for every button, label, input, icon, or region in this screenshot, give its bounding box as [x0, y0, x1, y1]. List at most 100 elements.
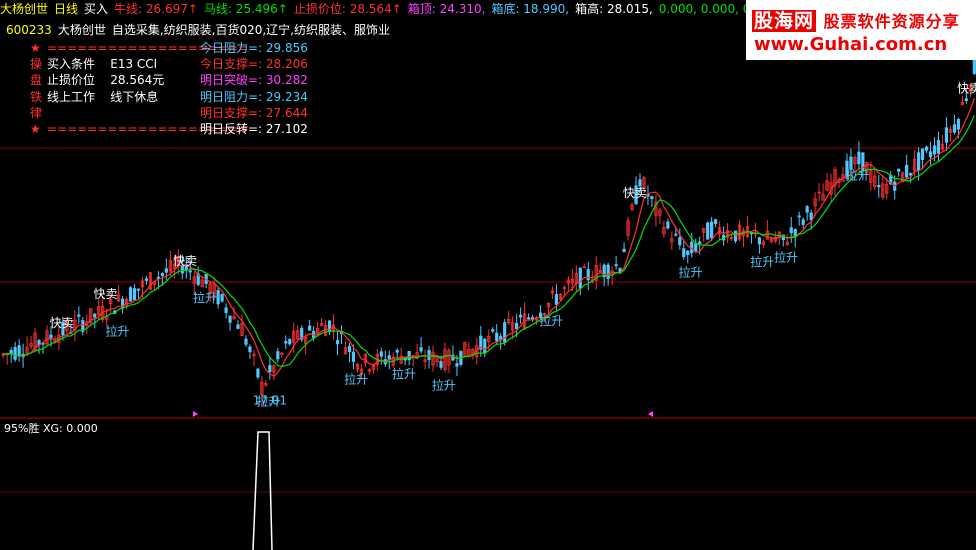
- candle-body: [909, 172, 913, 176]
- candle-body: [347, 345, 352, 353]
- rule-marker: 律: [30, 105, 43, 120]
- candle-body: [917, 152, 921, 171]
- candle-body: [327, 320, 332, 333]
- stock-code: 600233: [6, 23, 52, 37]
- candle-body: [714, 219, 718, 225]
- sell-label: 快卖: [94, 287, 118, 301]
- level-line: 明日反转=: 27.102: [200, 122, 308, 137]
- candle-body: [439, 361, 443, 368]
- candle-body: [678, 237, 682, 246]
- lift-label: 17.01: [253, 393, 287, 407]
- candle-body: [335, 340, 340, 345]
- candle-body: [491, 329, 495, 332]
- candle-body: [666, 221, 670, 229]
- candle-body: [805, 206, 809, 213]
- candle-body: [17, 345, 21, 357]
- candle-body: [905, 164, 909, 178]
- candle-body: [857, 151, 861, 165]
- candle-body: [586, 269, 590, 281]
- rule-marker: ★: [30, 41, 41, 55]
- candle-body: [308, 325, 312, 331]
- candle-body: [932, 145, 937, 155]
- candle-body: [483, 338, 487, 354]
- candle-body: [288, 338, 292, 345]
- scroll-left-marker: [193, 411, 198, 417]
- candle-body: [495, 332, 499, 342]
- candle-body: [877, 185, 881, 188]
- level-line: 明日阻力=: 29.234: [200, 89, 308, 104]
- lift-label: 拉升: [774, 250, 798, 265]
- candle-body: [757, 237, 762, 245]
- logo-site-name: 股海网: [752, 10, 817, 32]
- rule-text: 买入条件 E13 CCI: [47, 57, 158, 72]
- rule-text: 线上工作 线下休息: [47, 89, 159, 104]
- candle-body: [698, 241, 702, 244]
- candle-body: [682, 248, 686, 257]
- sell-label: 快卖: [50, 316, 74, 330]
- candle-body: [928, 151, 933, 158]
- candle-body: [455, 363, 459, 367]
- candle-body: [268, 365, 272, 373]
- ma-line-label: 马线: 25.496↑: [203, 2, 288, 16]
- candle-body: [519, 314, 523, 318]
- rule-marker: 操: [30, 57, 43, 72]
- candle-body: [578, 267, 582, 289]
- stock-tags: 自选采集,纺织服装,百货020,辽宁,纺织服装、服饰业: [111, 23, 390, 37]
- logo-url: www.Guhai.com.cn: [754, 34, 948, 55]
- candle-body: [144, 278, 149, 281]
- candle-body: [686, 250, 690, 255]
- candle-body: [499, 336, 503, 340]
- chart-root: { "topbar": { "title": "大杨创世", "period":…: [0, 0, 976, 550]
- lift-label: 拉升: [432, 377, 456, 392]
- candle-body: [276, 351, 280, 360]
- candle-body: [284, 341, 288, 344]
- candle-body: [188, 270, 192, 273]
- candle-body: [956, 119, 961, 130]
- lift-label: 拉升: [105, 324, 129, 339]
- candle-body: [351, 351, 356, 362]
- candle-body: [236, 324, 240, 329]
- ma-line: [3, 115, 975, 368]
- rule-marker: 盘: [30, 73, 43, 88]
- lift-label: 拉升: [679, 265, 703, 280]
- candle-body: [972, 59, 976, 74]
- lift-label: 拉升: [846, 167, 870, 182]
- stop-price-label: 止损价位: 28.564↑: [293, 2, 402, 16]
- scroll-right-marker: [648, 411, 653, 417]
- candle-body: [897, 168, 901, 172]
- candle-body: [924, 146, 929, 151]
- logo-watermark: 股海网 股票软件资源分享 www.Guhai.com.cn: [746, 0, 976, 60]
- candle-body: [606, 264, 610, 280]
- candle-body: [244, 338, 248, 345]
- level-line: 今日阻力=: 29.856: [200, 41, 308, 55]
- lift-label: 拉升: [539, 313, 563, 328]
- candle-body: [93, 313, 97, 318]
- candle-body: [797, 215, 801, 218]
- candle-body: [809, 212, 813, 221]
- candle-body: [710, 221, 714, 239]
- candle-body: [256, 368, 260, 378]
- candle-body: [419, 347, 423, 352]
- stock-title: 大杨创世: [0, 2, 49, 16]
- stock-name: 大杨创世: [57, 23, 106, 37]
- niu-line-label: 牛线: 26.697↑: [114, 2, 198, 16]
- levels-panel: 今日阻力=: 29.856 今日支撑=: 28.206 明日突破=: 30.282 明…: [200, 40, 308, 137]
- candle-body: [952, 124, 957, 133]
- sell-label: 快卖: [623, 186, 647, 200]
- period-label[interactable]: 日线: [54, 2, 78, 16]
- candle-body: [248, 346, 252, 353]
- indicator-label: 95%胜 XG: 0.000: [4, 422, 98, 435]
- box-high-label: 箱高: 28.015,: [575, 2, 653, 16]
- level-line: 明日突破=: 30.282: [200, 73, 308, 88]
- lift-label: 拉升: [193, 290, 217, 305]
- candle-body: [77, 314, 81, 317]
- candle-body: [789, 227, 793, 234]
- buy-label: 买入: [84, 2, 109, 16]
- candle-body: [554, 293, 559, 305]
- lift-label: 拉升: [344, 371, 368, 386]
- candle-body: [526, 317, 531, 320]
- logo-slogan: 股票软件资源分享: [823, 12, 960, 31]
- candle-body: [224, 307, 228, 314]
- sell-label: 快卖: [173, 254, 197, 268]
- candle-body: [515, 322, 519, 330]
